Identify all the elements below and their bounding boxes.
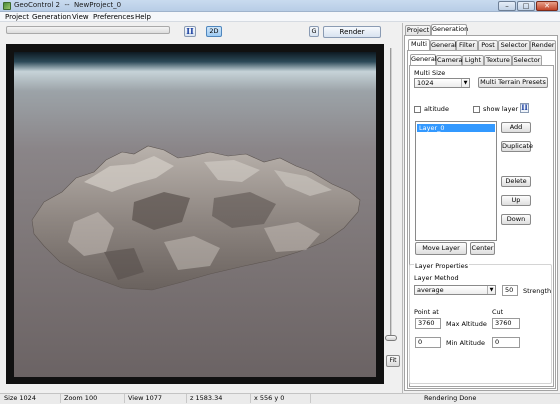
pause-icon: II <box>186 26 194 36</box>
min-altitude-label: Min Altitude <box>446 339 485 347</box>
layer-method-value: average <box>417 286 444 294</box>
menu-preferences[interactable]: Preferences <box>93 13 134 21</box>
tab-generation[interactable]: Generation <box>431 24 468 35</box>
status-separator <box>310 394 311 403</box>
status-separator <box>186 394 187 403</box>
center-button[interactable]: Center <box>470 242 495 255</box>
render-button[interactable]: Render <box>323 26 381 38</box>
status-z: z 1583.34 <box>190 394 223 402</box>
layer-list[interactable]: Layer_0 <box>415 121 497 241</box>
show-layer-checkbox[interactable] <box>473 106 480 113</box>
zoom-slider-thumb[interactable] <box>385 335 397 341</box>
menu-generation[interactable]: Generation <box>32 13 71 21</box>
altitude-checkbox[interactable] <box>414 106 421 113</box>
layer-properties-title: Layer Properties <box>414 262 470 270</box>
min-cut-field[interactable]: 0 <box>492 337 520 348</box>
strength-label: Strength <box>523 287 552 295</box>
duplicate-layer-button[interactable]: Duplicate <box>501 141 533 152</box>
max-cut-field[interactable]: 3760 <box>492 318 520 329</box>
menu-view[interactable]: View <box>72 13 89 21</box>
mode-2d-button[interactable]: 2D <box>206 26 222 37</box>
window-title: GeoControl 2 -- NewProject_0 <box>14 1 122 9</box>
chevron-down-icon: ▼ <box>487 286 495 294</box>
tab-camera[interactable]: Camera <box>436 55 463 65</box>
add-layer-button[interactable]: Add <box>501 122 531 133</box>
tab-light[interactable]: Light <box>462 55 484 65</box>
cut-label: Cut <box>492 308 504 316</box>
point-at-label: Point at <box>414 308 439 316</box>
tab-filter[interactable]: Filter <box>456 40 478 50</box>
tab-selector[interactable]: Selector <box>498 40 530 50</box>
terrain-render <box>31 145 361 291</box>
show-layer-label: show layer <box>483 105 519 113</box>
maximize-button[interactable]: □ <box>517 1 535 11</box>
menu-help[interactable]: Help <box>135 13 151 21</box>
tab-texture[interactable]: Texture <box>484 55 512 65</box>
status-separator <box>124 394 125 403</box>
tab-inner-general[interactable]: General <box>410 54 437 65</box>
max-altitude-field[interactable]: 3760 <box>415 318 441 329</box>
terrain-viewport[interactable] <box>14 52 376 377</box>
delete-layer-button[interactable]: Delete <box>501 176 531 187</box>
pause-layer-button[interactable]: II <box>520 103 529 113</box>
tab-render[interactable]: Render <box>530 40 556 50</box>
move-down-button[interactable]: Down <box>501 214 531 225</box>
g-button[interactable]: G <box>309 26 319 37</box>
multi-size-select[interactable]: 1024 ▼ <box>414 78 470 88</box>
close-button[interactable]: ✕ <box>536 1 558 11</box>
pause-button[interactable]: II <box>184 26 196 37</box>
tab-post[interactable]: Post <box>478 40 498 50</box>
strength-field[interactable]: 50 <box>502 285 518 296</box>
list-item[interactable]: Layer_0 <box>417 124 495 132</box>
fit-button[interactable]: Fit <box>386 355 400 367</box>
layer-method-label: Layer Method <box>414 274 459 282</box>
status-separator <box>250 394 251 403</box>
status-xy: x 556 y 0 <box>254 394 285 402</box>
menu-project[interactable]: Project <box>5 13 29 21</box>
progress-bar <box>6 26 170 34</box>
status-separator <box>60 394 61 403</box>
pause-icon: II <box>521 103 528 112</box>
chevron-down-icon: ▼ <box>461 79 469 87</box>
layer-method-select[interactable]: average ▼ <box>414 285 496 295</box>
zoom-slider-track[interactable] <box>390 48 392 340</box>
tab-project[interactable]: Project <box>405 25 431 35</box>
altitude-label: altitude <box>424 105 449 113</box>
status-view: View 1077 <box>128 394 163 402</box>
status-zoom: Zoom 100 <box>64 394 98 402</box>
status-size: Size 1024 <box>4 394 36 402</box>
status-message: Rendering Done <box>424 394 477 402</box>
multi-size-label: Multi Size <box>414 69 446 77</box>
multi-terrain-presets-button[interactable]: Multi Terrain Presets <box>478 77 548 88</box>
tab-general[interactable]: General <box>430 40 457 50</box>
multi-size-value: 1024 <box>417 79 434 87</box>
app-icon <box>3 2 11 10</box>
max-altitude-label: Max Altitude <box>446 320 487 328</box>
move-up-button[interactable]: Up <box>501 195 531 206</box>
min-altitude-field[interactable]: 0 <box>415 337 441 348</box>
tab-multi[interactable]: Multi <box>408 39 430 50</box>
move-layer-button[interactable]: Move Layer <box>415 242 467 255</box>
tab-inner-selector[interactable]: Selector <box>512 55 542 65</box>
minimize-button[interactable]: – <box>498 1 516 11</box>
